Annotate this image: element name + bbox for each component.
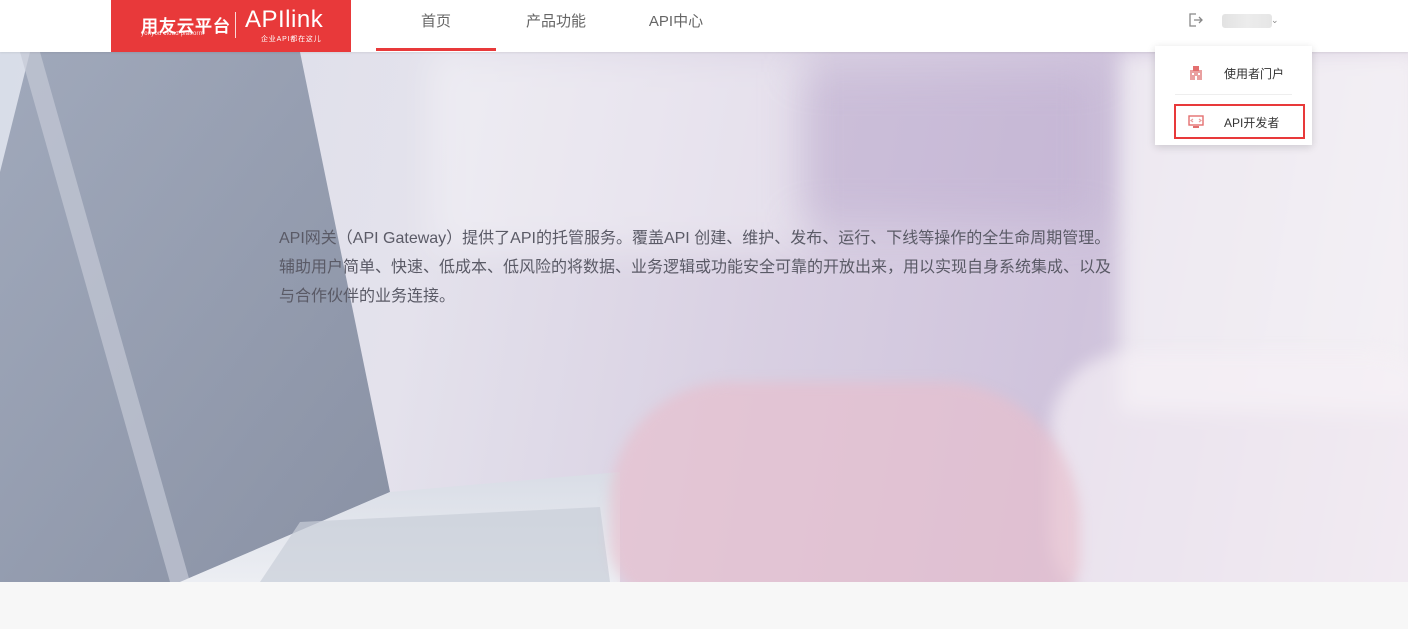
menu-item-consumer-portal[interactable]: 使用者门户 [1155, 53, 1312, 93]
developer-icon [1188, 115, 1204, 128]
nav-active-indicator [376, 48, 496, 51]
logo-brand-sub: yonyou cloud platform [141, 31, 204, 37]
menu-divider [1175, 94, 1292, 95]
logo-divider [235, 12, 236, 38]
logo-brand-block: 用友云平台 yonyou cloud platform [111, 0, 235, 52]
menu-item-label: API开发者 [1224, 115, 1280, 130]
logo-tagline: 企业API都在这儿 [261, 36, 322, 43]
user-avatar-name[interactable] [1222, 14, 1272, 28]
top-header: 用友云平台 yonyou cloud platform APIlink 企业AP… [0, 0, 1408, 52]
nav-api-center[interactable]: API中心 [616, 0, 736, 46]
menu-item-label: 使用者门户 [1224, 66, 1285, 81]
logo-product-name: APIlink [245, 6, 324, 33]
menu-item-api-developer[interactable]: API开发者 [1155, 102, 1312, 142]
logo[interactable]: 用友云平台 yonyou cloud platform APIlink 企业AP… [111, 0, 351, 52]
main-nav: 首页 产品功能 API中心 [376, 0, 736, 52]
hero-bg-arm [1050, 352, 1408, 582]
page-bottom-area [0, 582, 1408, 629]
user-dropdown-menu: 使用者门户 API开发者 [1155, 46, 1312, 145]
laptop-image [0, 52, 620, 582]
building-icon [1190, 66, 1202, 80]
hero-bg-hand [610, 382, 1080, 582]
nav-product-features[interactable]: 产品功能 [496, 0, 616, 46]
hero-bg-wall [800, 72, 1100, 222]
chevron-down-icon[interactable]: ⌄ [1271, 15, 1279, 26]
logout-icon[interactable] [1187, 12, 1203, 28]
hero-description: API网关（API Gateway）提供了API的托管服务。覆盖API 创建、维… [279, 230, 1112, 305]
nav-home[interactable]: 首页 [376, 0, 496, 46]
